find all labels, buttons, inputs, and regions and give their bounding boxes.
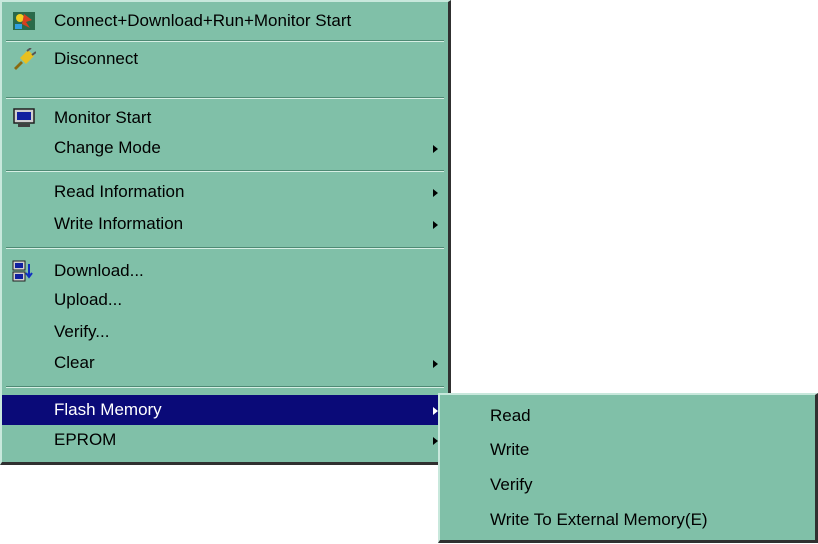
menu-item-label: Monitor Start [54, 108, 152, 127]
menu-item-label: Read Information [54, 182, 185, 201]
menu-item-label: Verify... [54, 322, 110, 341]
disconnect-plug-icon [14, 48, 36, 70]
menu-item-verify[interactable]: Verify... [2, 317, 448, 347]
menu-separator [6, 40, 444, 42]
menu-item-write-information[interactable]: Write Information [2, 209, 448, 239]
menu-item-label: Clear [54, 353, 95, 372]
submenu-arrow-icon [433, 360, 438, 368]
menu-separator [6, 170, 444, 172]
menu-item-read-information[interactable]: Read Information [2, 177, 448, 207]
menu-item-monitor-start[interactable]: Monitor Start [2, 103, 448, 133]
menu-item-eprom[interactable]: EPROM [2, 425, 448, 455]
submenu-arrow-icon [433, 189, 438, 197]
menu-item-flash-memory[interactable]: Flash Memory [2, 395, 448, 425]
menu-item-change-mode[interactable]: Change Mode [2, 133, 448, 163]
menu-item-label: Disconnect [54, 49, 139, 68]
menu-separator [6, 97, 444, 99]
menu-item-upload[interactable]: Upload... [2, 285, 448, 315]
submenu-item-read[interactable]: Read [440, 399, 815, 433]
flash-memory-submenu: Read Write Verify Write To External Memo… [438, 393, 818, 543]
menu-item-label: Download... [54, 261, 144, 280]
context-menu: Connect+Download+Run+Monitor Start Disco… [0, 0, 451, 465]
menu-item-label: Write Information [54, 214, 184, 233]
menu-item-download[interactable]: Download... [2, 256, 448, 286]
menu-item-label: Change Mode [54, 138, 161, 157]
submenu-item-write[interactable]: Write [440, 433, 815, 467]
menu-item-label: EPROM [54, 430, 117, 449]
submenu-item-write-to-external-memory[interactable]: Write To External Memory(E) [440, 503, 815, 537]
menu-item-label: Verify [490, 475, 533, 494]
menu-item-label: Read [490, 406, 531, 425]
menu-item-label: Flash Memory [54, 400, 162, 419]
menu-item-label: Upload... [54, 290, 123, 309]
submenu-item-verify[interactable]: Verify [440, 468, 815, 502]
monitor-icon [13, 108, 35, 127]
connect-run-icon [13, 12, 35, 30]
submenu-arrow-icon [433, 145, 438, 153]
download-icon [12, 260, 33, 282]
menu-separator [6, 386, 444, 388]
menu-item-clear[interactable]: Clear [2, 348, 448, 378]
menu-item-label: Write [490, 440, 530, 459]
menu-item-label: Write To External Memory(E) [490, 510, 708, 529]
menu-item-disconnect[interactable]: Disconnect [2, 44, 448, 74]
submenu-arrow-icon [433, 221, 438, 229]
menu-item-connect-download-run-monitor[interactable]: Connect+Download+Run+Monitor Start [2, 6, 448, 36]
menu-separator [6, 247, 444, 249]
menu-item-label: Connect+Download+Run+Monitor Start [54, 11, 352, 30]
